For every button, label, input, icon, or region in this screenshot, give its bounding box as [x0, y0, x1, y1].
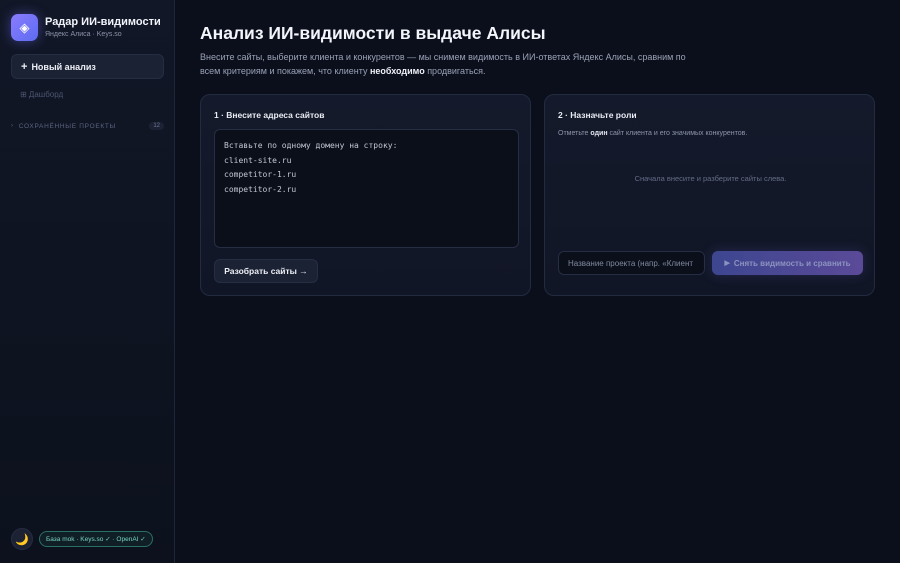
- description-text-end: продвигаться.: [424, 66, 486, 76]
- step1-title: 1 · Внесите адреса сайтов: [214, 110, 325, 120]
- parse-sites-button[interactable]: Разобрать сайты →: [214, 259, 318, 283]
- page-description: Внесите сайты, выберите клиента и конкур…: [200, 50, 690, 78]
- brand-subtitle: Яндекс Алиса · Keys.so: [45, 31, 122, 38]
- sidebar: ◈ Радар ИИ-видимости Яндекс Алиса · Keys…: [0, 0, 175, 563]
- empty-state-message: Сначала внесите и разберите сайты слева.: [634, 174, 787, 183]
- page-title: Анализ ИИ-видимости в выдаче Алисы: [200, 23, 546, 43]
- saved-projects-count: 12: [149, 122, 164, 130]
- dashboard-link[interactable]: ⊞ Дашборд: [20, 90, 63, 99]
- chevron-right-icon: ›: [11, 123, 14, 129]
- brand-text: Радар ИИ-видимости Яндекс Алиса · Keys.s…: [45, 15, 161, 40]
- project-name-input[interactable]: [558, 251, 705, 275]
- run-visibility-label: Снять видимость и сравнить: [733, 258, 851, 268]
- roles-hint: Отметьте один сайт клиента и его значимы…: [558, 130, 747, 137]
- saved-projects-label: СОХРАНЁННЫЕ ПРОЕКТЫ: [18, 122, 116, 130]
- description-emphasis: необходимо: [369, 66, 425, 76]
- diamond-icon: ◈: [11, 14, 38, 41]
- new-analysis-button[interactable]: + Новый анализ: [11, 54, 164, 79]
- play-icon: ▶: [724, 260, 730, 267]
- brand[interactable]: ◈ Радар ИИ-видимости Яндекс Алиса · Keys…: [11, 14, 161, 41]
- sidebar-footer: 🌙 База mok · Keys.so ✓ · OpenAI ✓: [11, 528, 153, 550]
- connection-status-badge: База mok · Keys.so ✓ · OpenAI ✓: [39, 531, 153, 547]
- new-analysis-label: Новый анализ: [31, 61, 96, 72]
- domains-textarea[interactable]: [214, 129, 519, 248]
- roles-hint-text: Отметьте: [558, 130, 591, 137]
- saved-projects-toggle[interactable]: › СОХРАНЁННЫЕ ПРОЕКТЫ 12: [11, 120, 164, 132]
- plus-icon: +: [21, 60, 28, 73]
- moon-icon[interactable]: 🌙: [11, 528, 33, 550]
- step2-card: 2 · Назначьте роли Отметьте один сайт кл…: [544, 94, 875, 296]
- roles-hint-emphasis: один: [590, 130, 608, 137]
- step2-title: 2 · Назначьте роли: [558, 110, 637, 120]
- run-visibility-button[interactable]: ▶ Снять видимость и сравнить: [712, 251, 863, 275]
- brand-title: Радар ИИ-видимости: [45, 16, 161, 28]
- step1-card: 1 · Внесите адреса сайтов Разобрать сайт…: [200, 94, 531, 296]
- roles-hint-text-end: сайт клиента и его значимых конкурентов.: [607, 130, 748, 137]
